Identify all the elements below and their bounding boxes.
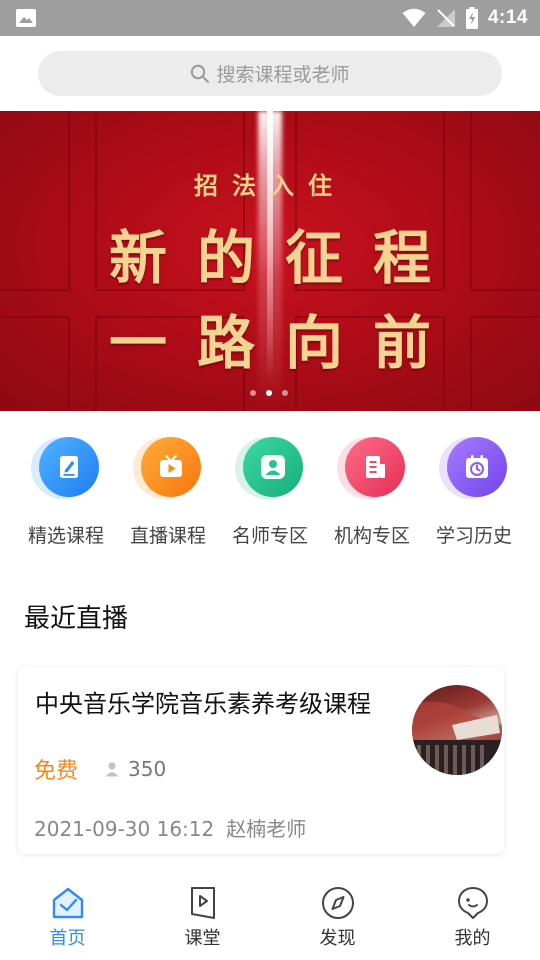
bottom-navigation: 首页 课堂 发现 我的: [0, 870, 540, 960]
search-placeholder: 搜索课程或老师: [216, 64, 350, 86]
category-featured-courses[interactable]: 精选课程: [22, 433, 110, 563]
banner-headline-1: 新的征程: [108, 224, 461, 292]
view-count-value: 350: [128, 757, 167, 781]
course-thumbnail[interactable]: [412, 685, 502, 775]
category-icon-wrap: [235, 433, 305, 501]
category-label: 直播课程: [129, 525, 206, 547]
section-title-recent-live: 最近直播: [24, 604, 129, 634]
building-icon: [345, 437, 405, 497]
carousel-dot-active[interactable]: [266, 390, 272, 396]
home-icon: [52, 887, 83, 919]
carousel-indicator: [250, 390, 288, 396]
category-famous-teachers[interactable]: 名师专区: [226, 433, 314, 563]
category-label: 名师专区: [231, 525, 308, 547]
category-learning-history[interactable]: 学习历史: [430, 433, 518, 563]
category-institutions[interactable]: 机构专区: [328, 433, 416, 563]
no-signal-icon: [436, 9, 455, 27]
category-live-courses[interactable]: 直播课程: [124, 433, 212, 563]
live-course-title: 中央音乐学院音乐素养考级课程: [35, 690, 371, 718]
search-input[interactable]: 搜索课程或老师: [38, 51, 502, 96]
clock: 4:14: [487, 7, 528, 28]
view-count: 350: [104, 757, 166, 781]
teacher-name: 赵楠老师: [226, 817, 307, 841]
category-label: 机构专区: [333, 525, 410, 547]
edit-icon: [39, 437, 99, 497]
category-icon-wrap: [133, 433, 203, 501]
wifi-icon: [402, 8, 426, 27]
compass-icon: [321, 887, 354, 919]
promo-banner[interactable]: 招法入住 新的征程 一路向前: [0, 111, 540, 411]
battery-charging-icon: [465, 7, 478, 29]
live-datetime: 2021-09-30 16:12: [34, 817, 215, 841]
status-bar: 4:14: [0, 0, 540, 36]
category-icon-wrap: [31, 433, 101, 501]
category-label: 学习历史: [435, 525, 512, 547]
category-label: 精选课程: [27, 525, 104, 547]
nav-label: 首页: [49, 928, 86, 949]
banner-headline-2: 一路向前: [108, 309, 461, 377]
banner-subtitle: 招法入住: [194, 171, 346, 200]
nav-label: 我的: [454, 928, 491, 949]
category-icon-wrap: [439, 433, 509, 501]
calendar-clock-icon: [447, 437, 507, 497]
person-icon: [105, 762, 119, 777]
carousel-dot[interactable]: [250, 390, 256, 396]
tv-icon: [141, 437, 201, 497]
search-bar-area: 搜索课程或老师: [0, 36, 540, 111]
nav-classroom[interactable]: 课堂: [135, 870, 270, 960]
search-icon: [191, 64, 210, 83]
category-icon-wrap: [337, 433, 407, 501]
live-course-card[interactable]: 中央音乐学院音乐素养考级课程 免费 350 2021-09-30 16:12 赵楠…: [18, 667, 504, 854]
nav-label: 发现: [319, 928, 356, 949]
nav-home[interactable]: 首页: [0, 870, 135, 960]
users-icon: [243, 437, 303, 497]
nav-label: 课堂: [184, 928, 221, 949]
nav-discover[interactable]: 发现: [270, 870, 405, 960]
profile-icon: [457, 887, 488, 919]
play-book-icon: [190, 887, 215, 919]
live-course-meta: 2021-09-30 16:12 赵楠老师: [34, 813, 306, 842]
carousel-dot[interactable]: [282, 390, 288, 396]
category-grid: 精选课程 直播课程 名师专区 机构专区 学习历史: [22, 433, 518, 563]
price-label: 免费: [34, 759, 79, 784]
gallery-notification-icon: [16, 9, 36, 27]
nav-profile[interactable]: 我的: [405, 870, 540, 960]
